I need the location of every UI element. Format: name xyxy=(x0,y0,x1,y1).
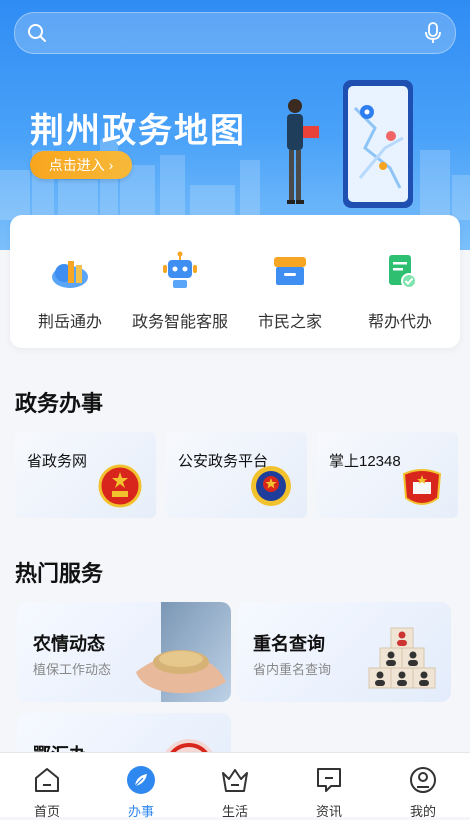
bottom-tab-bar: 首页 办事 生活 资讯 我的 xyxy=(0,752,470,819)
gov-card-12348[interactable]: 掌上12348 xyxy=(317,432,458,518)
banner[interactable]: 荆州政务地图 点击进入 › xyxy=(0,0,470,250)
people-pyramid-icon xyxy=(368,627,436,689)
tab-profile[interactable]: 我的 xyxy=(376,753,470,819)
checked-document-icon xyxy=(389,255,417,289)
profile-icon xyxy=(410,767,436,793)
enter-button[interactable]: 点击进入 › xyxy=(30,151,132,179)
basket-icon xyxy=(222,769,248,792)
hot-card-name-check[interactable]: 重名查询 省内重名查询 xyxy=(237,602,451,702)
quick-action-label: 帮办代办 xyxy=(367,314,432,331)
gov-card-label: 省政务网 xyxy=(27,453,88,470)
cloud-buildings-icon xyxy=(52,261,88,288)
quick-action-label: 市民之家 xyxy=(257,314,322,331)
banner-title: 荆州政务地图 xyxy=(30,111,246,151)
chevron-right-icon: › xyxy=(108,157,114,173)
court-emblem-icon xyxy=(402,469,442,505)
gov-card-label: 掌上12348 xyxy=(329,453,401,470)
quick-action-label: 荆岳通办 xyxy=(37,314,102,331)
quick-action-assist[interactable]: 帮办代办 xyxy=(345,251,455,332)
hot-section-title: 热门服务 xyxy=(15,561,104,586)
quick-action-citizen-home[interactable]: 市民之家 xyxy=(235,251,345,332)
tab-life[interactable]: 生活 xyxy=(188,753,282,819)
leaf-icon xyxy=(127,766,155,794)
tab-label: 我的 xyxy=(409,804,436,819)
tab-label: 生活 xyxy=(221,804,248,819)
quick-actions-card: 荆岳通办 政务智能客服 市民之家 帮办代办 xyxy=(10,215,460,348)
hot-card-subtitle: 植保工作动态 xyxy=(33,662,112,677)
robot-icon xyxy=(163,251,197,288)
search-icon[interactable] xyxy=(27,23,47,43)
microphone-icon[interactable] xyxy=(423,22,443,44)
hot-card-agri[interactable]: 农情动态 植保工作动态 xyxy=(17,602,231,702)
quick-action-label: 政务智能客服 xyxy=(131,314,228,331)
national-emblem-icon xyxy=(98,464,142,508)
tab-label: 资讯 xyxy=(315,804,342,819)
quick-action-robot[interactable]: 政务智能客服 xyxy=(125,251,235,332)
hot-card-title: 农情动态 xyxy=(33,634,105,654)
gov-section-title: 政务办事 xyxy=(15,391,104,416)
hot-card-subtitle: 省内重名查询 xyxy=(253,662,332,677)
hot-card-title: 重名查询 xyxy=(253,634,325,654)
gov-card-police[interactable]: 公安政务平台 xyxy=(166,432,307,518)
tab-services[interactable]: 办事 xyxy=(94,753,188,819)
police-emblem-icon xyxy=(251,466,291,506)
search-bar[interactable] xyxy=(14,12,456,54)
tab-home[interactable]: 首页 xyxy=(0,753,94,819)
tab-label: 办事 xyxy=(127,804,154,819)
tab-news[interactable]: 资讯 xyxy=(282,753,376,819)
home-icon xyxy=(35,768,59,792)
map-phone-illustration xyxy=(287,80,413,208)
tab-label: 首页 xyxy=(33,804,60,819)
hands-with-grain-image xyxy=(136,602,231,702)
storefront-icon xyxy=(274,257,306,285)
quick-action-jingyue[interactable]: 荆岳通办 xyxy=(15,251,125,332)
gov-card-provincial[interactable]: 省政务网 xyxy=(15,432,156,518)
message-icon xyxy=(317,768,341,792)
enter-button-label: 点击进入 xyxy=(48,157,105,173)
